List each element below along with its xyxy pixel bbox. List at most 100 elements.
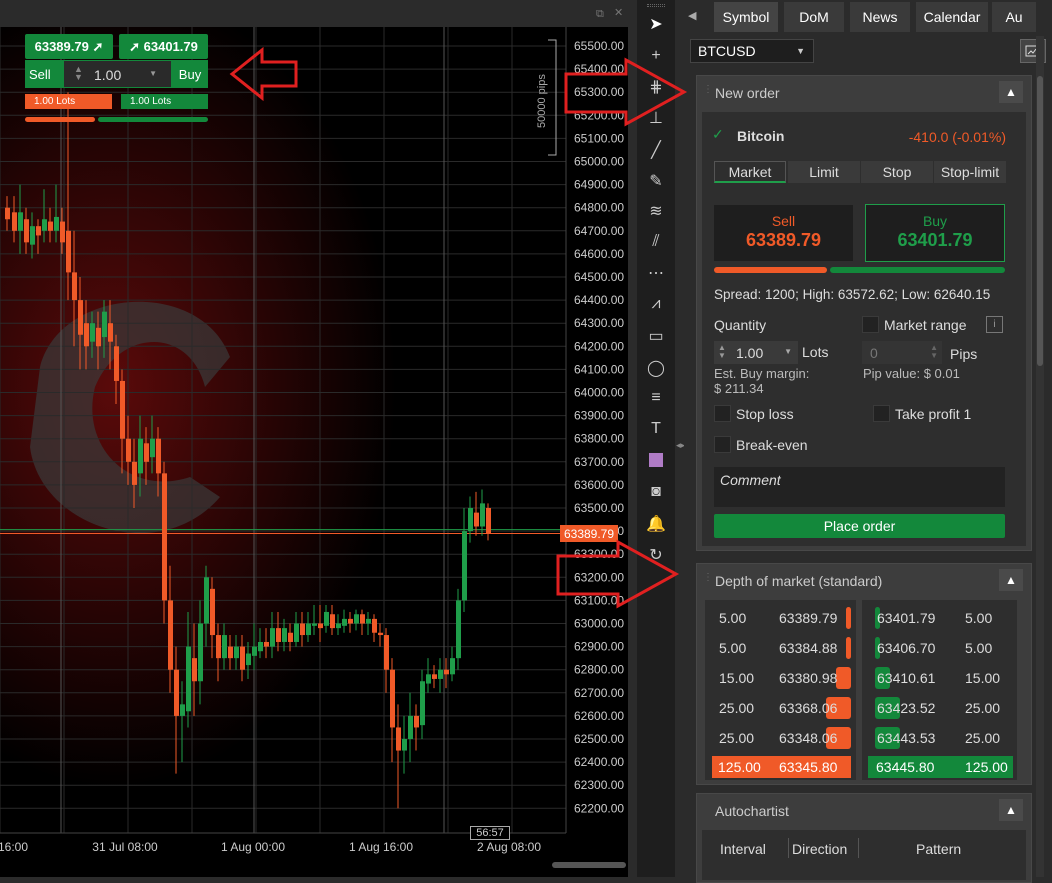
price-axis-label: 63200.00 [574,570,624,584]
stepper-icon[interactable]: ▲ ▼ [930,344,938,360]
annotations-icon[interactable]: ≡ [639,384,673,412]
tab-dom[interactable]: DoM [784,2,844,32]
panel-scrollbar[interactable] [1036,36,1044,877]
color-swatch-icon[interactable] [639,446,673,474]
dom-ask-row[interactable]: 63443.53 25.00 [875,724,1012,752]
tab-limit[interactable]: Limit [788,161,860,183]
time-axis-label: 1 Aug 00:00 [221,840,285,854]
replay-icon[interactable]: ↻ [639,541,673,569]
candle-body [198,623,203,682]
stepper-icon[interactable]: ▲ ▼ [74,65,83,82]
text-icon[interactable]: T [639,415,673,443]
quick-buy-price-button[interactable]: ➚ 63401.79 [119,34,208,59]
collapse-autochartist-button[interactable]: ▲ [999,799,1023,821]
popout-icon[interactable]: ⧉ [596,8,604,21]
chevron-down-icon[interactable]: ▼ [149,69,157,78]
tab-market[interactable]: Market [714,161,786,183]
pitchfork-icon[interactable]: ⫽ [639,228,673,256]
time-axis-label: 2 Aug 08:00 [477,840,541,854]
quick-sell-button[interactable]: Sell [25,60,63,88]
candle-body [66,230,71,273]
break-even-checkbox[interactable] [714,436,731,453]
take-profit-checkbox[interactable] [873,405,890,422]
market-range-label: Market range [884,317,967,333]
column-interval[interactable]: Interval [720,841,766,857]
candle-body [24,219,29,243]
ask-price: 63401.79 [877,610,936,626]
candlestick-chart[interactable]: 65500.00 65400.00 65300.00 65200.00 65100.00… [0,27,628,877]
quick-sell-price-button[interactable]: 63389.79 ➚ [25,34,113,59]
price-chart[interactable]: ⧉ ✕ 65500.00 65400.00 65300.00 65200.00 6510… [0,0,628,877]
price-axis-label: 62900.00 [574,640,624,654]
candle-body [78,300,83,335]
bid-price: 63368.06 [779,700,838,716]
dom-ask-row[interactable]: 63423.52 25.00 [875,694,1012,722]
dom-bid-total[interactable]: 125.00 63345.80 [712,756,851,778]
candle-body [270,628,275,647]
dom-title: Depth of market (standard) [715,573,883,589]
crosshair-icon[interactable]: + [639,42,673,70]
candle-body [120,380,125,439]
chart-horizontal-scrollbar[interactable] [552,862,626,868]
chart-scroll-track[interactable] [628,0,637,877]
market-range-checkbox[interactable] [862,316,879,333]
info-icon[interactable]: i [986,316,1003,333]
dom-bid-row[interactable]: 25.00 63348.06 [717,724,851,752]
column-pattern[interactable]: Pattern [916,841,961,857]
order-type-tabs: Market Limit Stop Stop-limit [714,161,1006,183]
stepper-icon[interactable]: ▲ ▼ [718,344,726,360]
tab-symbol[interactable]: Symbol [714,2,778,32]
alert-bell-icon[interactable]: 🔔 [639,510,673,538]
bid-size: 15.00 [719,670,755,686]
candle-countdown: 56:57 [470,826,510,840]
symbol-select[interactable]: BTCUSD ▼ [690,39,814,63]
rectangle-icon[interactable]: ▭ [639,322,673,350]
gann-fan-icon[interactable]: ⩘ [639,290,673,318]
zoom-icon[interactable]: ⋕ [639,73,673,101]
column-direction[interactable]: Direction [792,841,847,857]
sell-button[interactable]: Sell 63389.79 [714,205,853,261]
comment-field[interactable]: Comment [714,467,1005,507]
fib-levels-icon[interactable]: ⋯ [639,259,673,287]
chart-close-icon[interactable]: ✕ [614,6,623,19]
collapse-dom-button[interactable]: ▲ [999,569,1023,591]
circle-icon[interactable]: ◯ [639,354,673,382]
pips-input[interactable]: 0 ▲ ▼ [862,341,942,364]
buy-button[interactable]: Buy 63401.79 [865,204,1005,262]
dom-bid-row[interactable]: 5.00 63384.88 [717,634,851,662]
candle-body [486,508,491,534]
dom-ask-row[interactable]: 63406.70 5.00 [875,634,1012,662]
panel-splitter[interactable]: ◂▸ [675,0,685,877]
chevron-down-icon[interactable]: ▼ [784,347,792,356]
drag-handle-icon[interactable]: ⋮ [703,84,713,95]
tab-scroll-left-icon[interactable]: ◀ [688,9,696,22]
dom-bid-row[interactable]: 25.00 63368.06 [717,694,851,722]
measure-icon[interactable]: ⊥ [639,104,673,132]
tab-stop-limit[interactable]: Stop-limit [934,161,1006,183]
tab-calendar[interactable]: Calendar [916,2,988,32]
camera-icon[interactable]: ◙ [639,478,673,506]
dom-ask-total[interactable]: 63445.80 125.00 [868,756,1013,778]
dom-bid-row[interactable]: 5.00 63389.79 [717,604,851,632]
dom-ask-row[interactable]: 63410.61 15.00 [875,664,1012,692]
collapse-new-order-button[interactable]: ▲ [999,81,1023,103]
tab-autochartist[interactable]: Au [992,2,1036,32]
dom-bid-row[interactable]: 15.00 63380.98 [717,664,851,692]
candle-body [456,600,461,659]
brush-icon[interactable]: ✎ [639,167,673,195]
drag-handle-icon[interactable]: ⋮ [703,572,713,583]
dom-ask-row[interactable]: 63401.79 5.00 [875,604,1012,632]
price-axis-label: 65300.00 [574,85,624,99]
quick-buy-button[interactable]: Buy [172,60,208,88]
fibonacci-icon[interactable]: ≋ [639,197,673,225]
quick-qty-input[interactable]: ▲ ▼ 1.00 ▼ [63,60,172,88]
trendline-icon[interactable]: ╱ [639,136,673,164]
price-axis-label: 64800.00 [574,201,624,215]
place-order-button[interactable]: Place order [714,514,1005,538]
quantity-input[interactable]: ▲ ▼ 1.00 ▼ [714,341,798,364]
cursor-icon[interactable]: ➤ [639,10,673,38]
tab-news[interactable]: News [850,2,910,32]
stop-loss-checkbox[interactable] [714,405,731,422]
panel-scroll-thumb[interactable] [1037,76,1043,366]
tab-stop[interactable]: Stop [861,161,933,183]
